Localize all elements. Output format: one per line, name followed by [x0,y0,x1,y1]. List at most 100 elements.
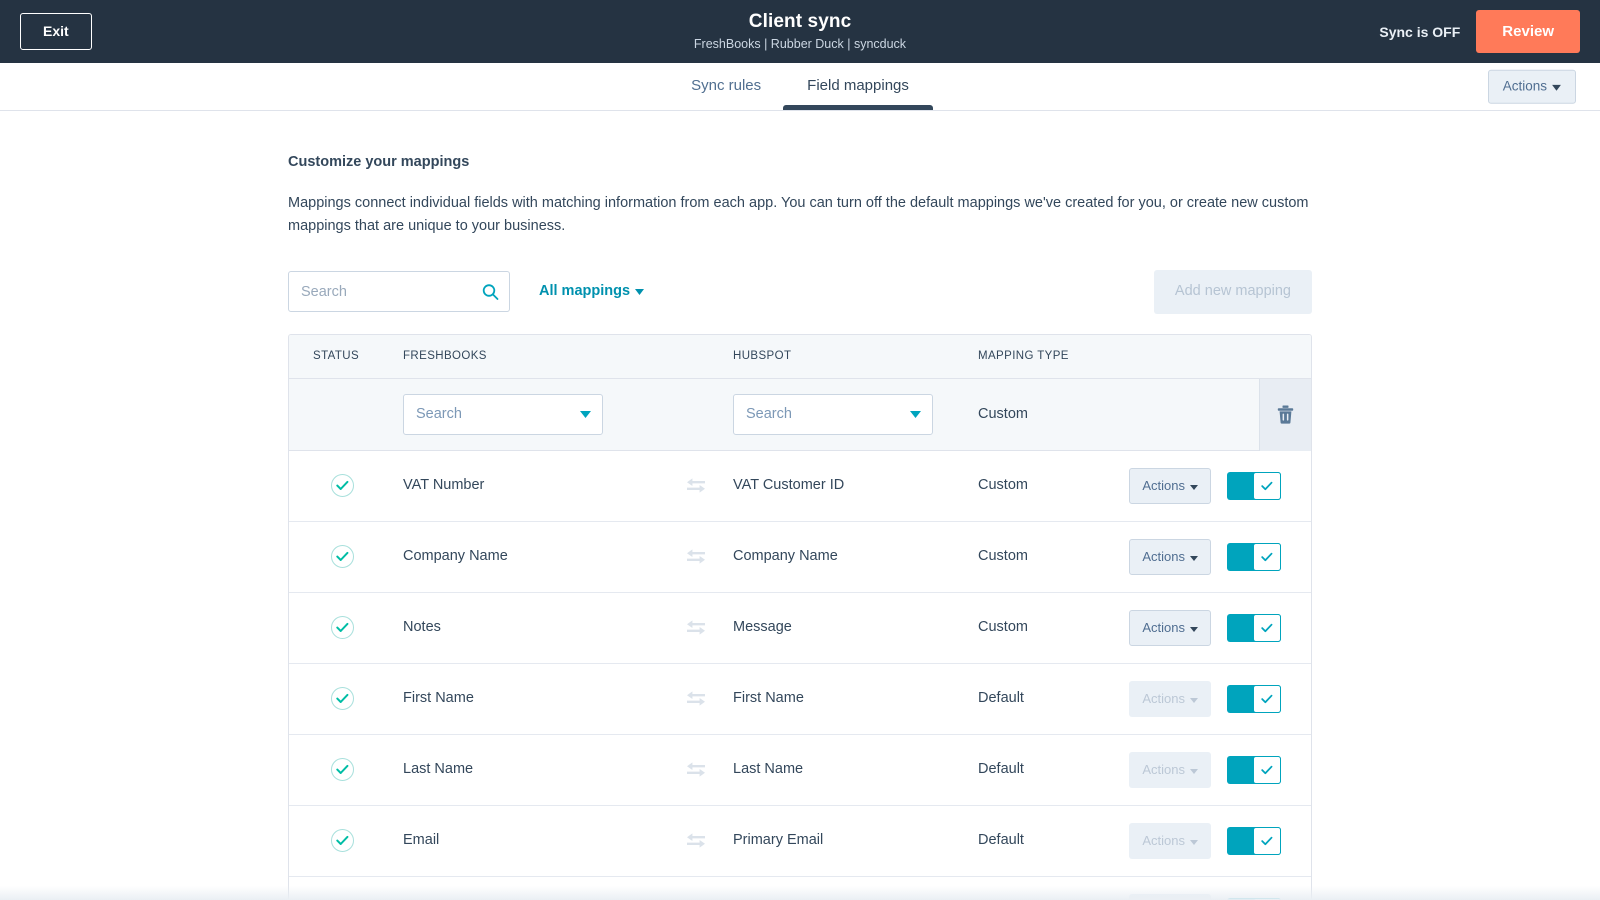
row-enabled-toggle[interactable] [1227,756,1281,784]
row-enabled-toggle[interactable] [1227,543,1281,571]
row-target-field: Company Name [733,548,978,565]
search-input[interactable] [288,271,510,312]
row-controls: Actions [1123,610,1311,646]
row-status-cell [313,545,403,568]
search-container [288,271,510,312]
delete-mapping-button[interactable] [1259,379,1311,451]
row-target-field: VAT Customer ID [733,477,978,494]
bidirectional-sync-icon [686,762,706,778]
row-target-field: Message [733,619,978,636]
page-actions-container: Actions [1488,69,1576,104]
toggle-knob [1253,543,1281,571]
new-mapping-target-cell: Search [733,394,978,435]
row-mapping-type: Default [978,832,1123,849]
row-sync-direction [658,620,733,636]
row-actions-button[interactable]: Actions [1129,681,1211,717]
row-sync-direction [658,833,733,849]
freshbooks-field-select-value: Search [416,406,462,422]
toggle-knob [1253,827,1281,855]
bidirectional-sync-icon [686,833,706,849]
row-actions-button[interactable]: Actions [1129,823,1211,859]
chevron-down-icon [1190,620,1198,636]
hubspot-field-select-value: Search [746,406,792,422]
row-enabled-toggle[interactable] [1227,614,1281,642]
page-actions-label: Actions [1503,78,1547,93]
tab-bar: Sync rules Field mappings Actions [0,63,1600,111]
column-header-freshbooks: FRESHBOOKS [403,350,658,362]
page-title: Client sync [749,11,851,34]
page-actions-button[interactable]: Actions [1488,69,1576,104]
row-source-field: Company Name [403,548,658,565]
table-row: First NameFirst NameDefaultActions [289,664,1311,735]
bidirectional-sync-icon [686,549,706,565]
row-sync-direction [658,478,733,494]
row-controls: Actions [1123,752,1311,788]
page-subtitle: FreshBooks | Rubber Duck | syncduck [694,37,906,52]
toggle-knob [1253,614,1281,642]
bidirectional-sync-icon [686,478,706,494]
row-target-field: First Name [733,690,978,707]
trash-icon [1277,405,1294,424]
review-button[interactable]: Review [1476,10,1580,53]
mappings-toolbar: All mappings Add new mapping [288,272,1312,312]
row-status-cell [313,687,403,710]
bidirectional-sync-icon [686,691,706,707]
chevron-down-icon [1190,691,1198,707]
header-title-group: Client sync FreshBooks | Rubber Duck | s… [0,0,1600,63]
new-mapping-row: Search Search Custom [289,379,1311,451]
row-actions-button[interactable]: Actions [1129,539,1211,575]
row-source-field: VAT Number [403,477,658,494]
chevron-down-icon [1190,762,1198,778]
chevron-down-icon [580,406,591,422]
tab-field-mappings[interactable]: Field mappings [803,64,913,109]
row-actions-label: Actions [1142,762,1185,777]
column-header-mapping-type: MAPPING TYPE [978,350,1123,362]
status-active-icon [331,545,354,568]
row-actions-button[interactable]: Actions [1129,752,1211,788]
status-active-icon [331,687,354,710]
row-status-cell [313,474,403,497]
table-row: Last NameLast NameDefaultActions [289,735,1311,806]
row-actions-label: Actions [1142,620,1185,635]
row-mapping-type: Default [978,761,1123,778]
search-icon[interactable] [482,283,499,300]
hubspot-field-select[interactable]: Search [733,394,933,435]
section-title: Customize your mappings [288,153,1312,172]
row-mapping-type: Custom [978,548,1123,565]
row-enabled-toggle[interactable] [1227,472,1281,500]
header-right-group: Sync is OFF Review [1379,0,1600,63]
chevron-down-icon [1190,549,1198,565]
mappings-table: STATUS FRESHBOOKS HUBSPOT MAPPING TYPE S… [288,334,1312,900]
status-active-icon [331,474,354,497]
tab-sync-rules[interactable]: Sync rules [687,64,765,109]
content-container: Customize your mappings Mappings connect… [288,111,1312,900]
mappings-filter-dropdown[interactable]: All mappings [539,283,644,300]
table-header-row: STATUS FRESHBOOKS HUBSPOT MAPPING TYPE [289,335,1311,379]
new-mapping-type: Custom [978,406,1123,423]
chevron-down-icon [1190,833,1198,849]
table-row: Company NameCompany NameCustomActions [289,522,1311,593]
row-mapping-type: Custom [978,619,1123,636]
chevron-down-icon [1190,478,1198,494]
freshbooks-field-select[interactable]: Search [403,394,603,435]
toggle-knob [1253,472,1281,500]
toggle-knob [1253,685,1281,713]
row-controls: Actions [1123,823,1311,859]
table-row: EmailPrimary EmailDefaultActions [289,806,1311,877]
bidirectional-sync-icon [686,620,706,636]
table-row: NotesMessageCustomActions [289,593,1311,664]
row-mapping-type: Custom [978,477,1123,494]
row-target-field: Last Name [733,761,978,778]
row-actions-button[interactable]: Actions [1129,610,1211,646]
row-status-cell [313,616,403,639]
status-active-icon [331,616,354,639]
row-actions-button[interactable]: Actions [1129,468,1211,504]
row-enabled-toggle[interactable] [1227,685,1281,713]
row-actions-button[interactable]: Actions [1129,894,1211,900]
status-active-icon [331,829,354,852]
add-new-mapping-button[interactable]: Add new mapping [1154,270,1312,313]
row-target-field: Primary Email [733,832,978,849]
main-content: Customize your mappings Mappings connect… [0,111,1600,900]
row-enabled-toggle[interactable] [1227,827,1281,855]
exit-button[interactable]: Exit [20,13,92,50]
